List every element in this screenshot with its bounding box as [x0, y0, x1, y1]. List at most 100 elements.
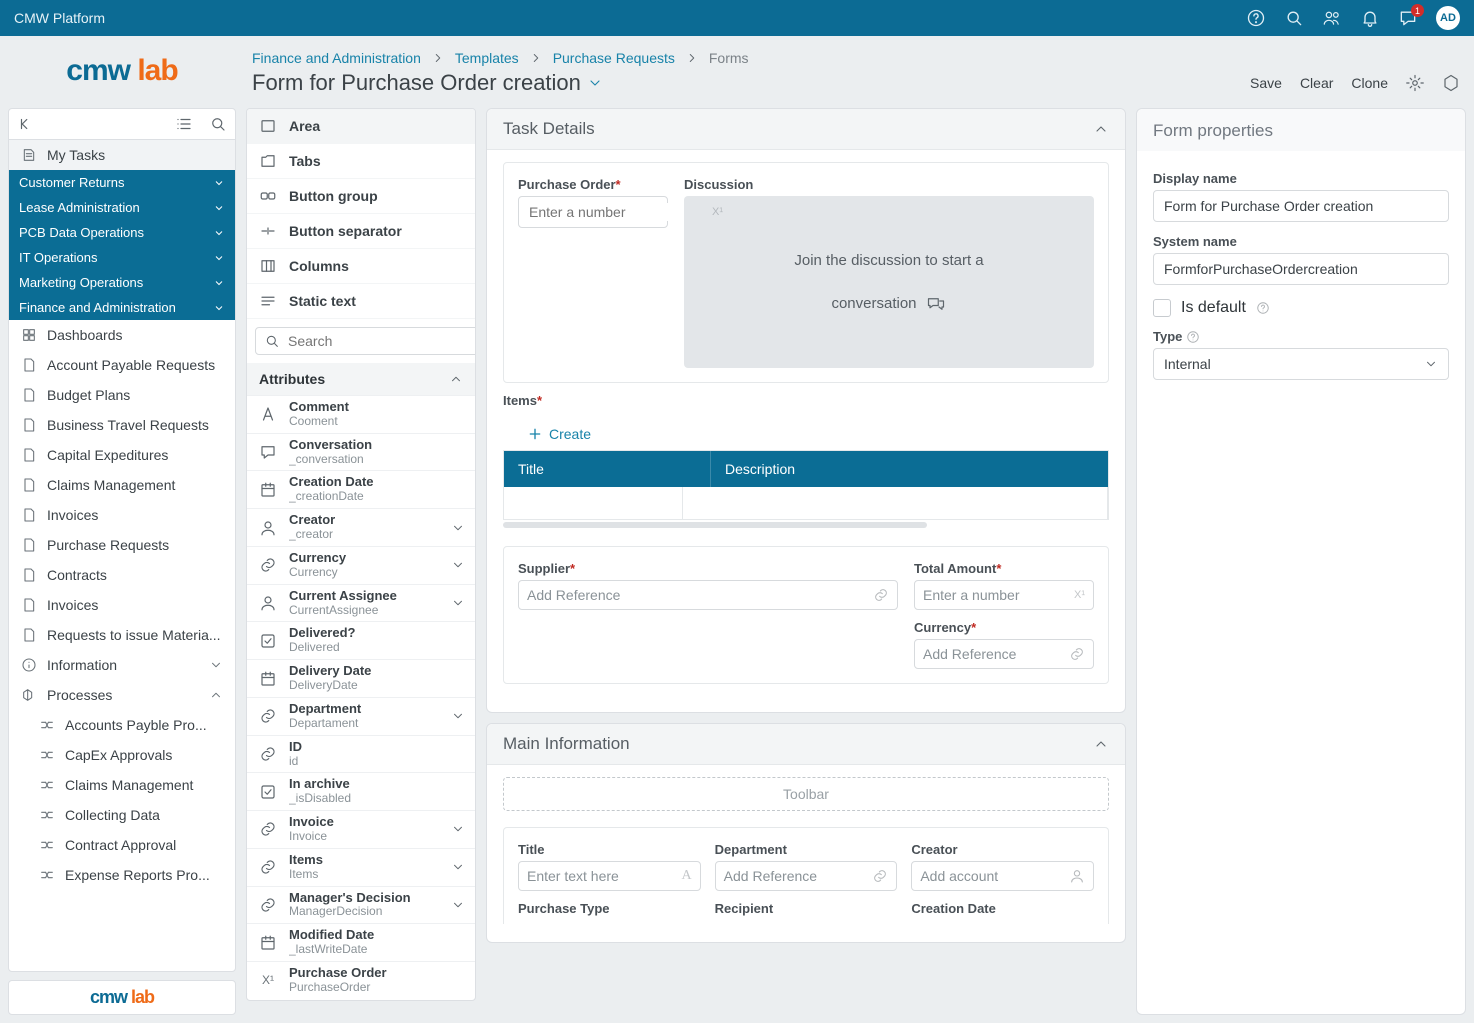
attribute-item[interactable]: DepartmentDepartament [247, 697, 475, 735]
sidebar-process-item[interactable]: CapEx Approvals [9, 740, 235, 770]
sidebar-process-item[interactable]: Expense Reports Pro... [9, 860, 235, 890]
chevron-down-icon[interactable] [451, 521, 465, 535]
toolbar-placeholder[interactable]: Toolbar [503, 777, 1109, 811]
attribute-item[interactable]: IDid [247, 735, 475, 773]
department-input[interactable]: Add Reference [715, 861, 898, 891]
element-search[interactable] [255, 327, 476, 355]
chevron-down-icon[interactable] [451, 709, 465, 723]
search-icon[interactable] [209, 115, 227, 133]
element-type[interactable]: Area [247, 109, 475, 144]
attribute-item[interactable]: Conversation_conversation [247, 433, 475, 471]
attribute-item[interactable]: Modified Date_lastWriteDate [247, 923, 475, 961]
sidebar-process-item[interactable]: Accounts Payble Pro... [9, 710, 235, 740]
sidebar-category[interactable]: IT Operations [9, 245, 235, 270]
attribute-item[interactable]: Creation Date_creationDate [247, 470, 475, 508]
panel-header[interactable]: Task Details [487, 109, 1125, 150]
chevron-down-icon[interactable] [587, 75, 603, 91]
element-type[interactable]: Columns [247, 249, 475, 284]
sidebar-category[interactable]: Lease Administration [9, 195, 235, 220]
attribute-item[interactable]: Delivery DateDeliveryDate [247, 659, 475, 697]
clear-button[interactable]: Clear [1300, 75, 1333, 91]
avatar[interactable]: AD [1436, 6, 1460, 30]
search-icon[interactable] [1284, 8, 1304, 28]
breadcrumb-link[interactable]: Templates [455, 50, 519, 66]
help-icon[interactable] [1186, 330, 1200, 344]
attribute-item[interactable]: X¹ Purchase OrderPurchaseOrder [247, 961, 475, 999]
attribute-item[interactable]: CommentCooment [247, 395, 475, 433]
chevron-down-icon[interactable] [451, 596, 465, 610]
table-row[interactable] [504, 487, 1108, 519]
gear-icon[interactable] [1406, 74, 1424, 92]
collapse-icon[interactable] [17, 115, 35, 133]
chevron-down-icon[interactable] [451, 558, 465, 572]
sidebar-item[interactable]: Requests to issue Materia... [9, 620, 235, 650]
breadcrumb-link[interactable]: Finance and Administration [252, 50, 421, 66]
sidebar-item-information[interactable]: Information [9, 650, 235, 680]
sidebar-item[interactable]: Purchase Requests [9, 530, 235, 560]
attributes-header[interactable]: Attributes [247, 363, 475, 395]
table-header[interactable]: Description [711, 451, 1108, 487]
element-type[interactable]: Tabs [247, 144, 475, 179]
scrollbar[interactable] [503, 522, 927, 528]
sidebar-process-item[interactable]: Contract Approval [9, 830, 235, 860]
chevron-down-icon[interactable] [451, 860, 465, 874]
sidebar-item[interactable]: Invoices [9, 590, 235, 620]
chat-icon[interactable] [1398, 8, 1418, 28]
table-header[interactable]: Title [504, 451, 711, 487]
purchase-order-input[interactable]: X¹ [518, 196, 668, 228]
element-type[interactable]: Static text [247, 284, 475, 319]
element-type[interactable]: Button group [247, 179, 475, 214]
sidebar-category[interactable]: PCB Data Operations [9, 220, 235, 245]
sidebar-item[interactable]: Budget Plans [9, 380, 235, 410]
chevron-up-icon[interactable] [1093, 121, 1109, 137]
title-input[interactable]: Enter text hereA [518, 861, 701, 891]
sidebar-item-my-tasks[interactable]: My Tasks [9, 140, 235, 170]
bell-icon[interactable] [1360, 8, 1380, 28]
display-name-input[interactable]: Form for Purchase Order creation [1153, 190, 1449, 222]
attribute-item[interactable]: In archive_isDisabled [247, 772, 475, 810]
is-default-checkbox[interactable]: Is default [1153, 299, 1449, 317]
help-icon[interactable] [1246, 8, 1266, 28]
discussion-placeholder[interactable]: Join the discussion to start a conversat… [684, 196, 1094, 368]
sidebar-item[interactable]: Dashboards [9, 320, 235, 350]
list-icon[interactable] [175, 115, 193, 133]
sidebar-item[interactable]: Contracts [9, 560, 235, 590]
sidebar-category[interactable]: Customer Returns [9, 170, 235, 195]
sidebar-category[interactable]: Finance and Administration [9, 295, 235, 320]
element-type[interactable]: Button separator [247, 214, 475, 249]
supplier-input[interactable]: Add Reference [518, 580, 898, 610]
sidebar-category[interactable]: Marketing Operations [9, 270, 235, 295]
attribute-item[interactable]: Creator_creator [247, 508, 475, 546]
attribute-item[interactable]: Delivered?Delivered [247, 621, 475, 659]
type-select[interactable]: Internal [1153, 348, 1449, 380]
create-button[interactable]: Create [527, 426, 591, 442]
sidebar-process-item[interactable]: Collecting Data [9, 800, 235, 830]
attribute-item[interactable]: InvoiceInvoice [247, 810, 475, 848]
chevron-down-icon[interactable] [451, 822, 465, 836]
sidebar-item[interactable]: Account Payable Requests [9, 350, 235, 380]
hex-icon[interactable] [1442, 74, 1460, 92]
sidebar-item[interactable]: Claims Management [9, 470, 235, 500]
currency-input[interactable]: Add Reference [914, 639, 1094, 669]
sidebar-item[interactable]: Capital Expeditures [9, 440, 235, 470]
attribute-item[interactable]: ItemsItems [247, 848, 475, 886]
system-name-input[interactable]: FormforPurchaseOrdercreation [1153, 253, 1449, 285]
attribute-item[interactable]: Current AssigneeCurrentAssignee [247, 584, 475, 622]
sidebar-process-item[interactable]: Claims Management [9, 770, 235, 800]
total-amount-input[interactable]: Enter a numberX¹ [914, 580, 1094, 610]
save-button[interactable]: Save [1250, 75, 1282, 91]
creator-input[interactable]: Add account [911, 861, 1094, 891]
attribute-item[interactable]: Manager's DecisionManagerDecision [247, 886, 475, 924]
breadcrumb-link[interactable]: Purchase Requests [553, 50, 675, 66]
clone-button[interactable]: Clone [1351, 75, 1388, 91]
attribute-item[interactable]: CurrencyCurrency [247, 546, 475, 584]
sidebar-item[interactable]: Invoices [9, 500, 235, 530]
chevron-up-icon[interactable] [1093, 736, 1109, 752]
panel-header[interactable]: Main Information [487, 724, 1125, 765]
search-input[interactable] [286, 332, 471, 350]
help-icon[interactable] [1256, 301, 1270, 315]
sidebar-item-processes[interactable]: Processes [9, 680, 235, 710]
users-icon[interactable] [1322, 8, 1342, 28]
chevron-down-icon[interactable] [451, 898, 465, 912]
sidebar-item[interactable]: Business Travel Requests [9, 410, 235, 440]
